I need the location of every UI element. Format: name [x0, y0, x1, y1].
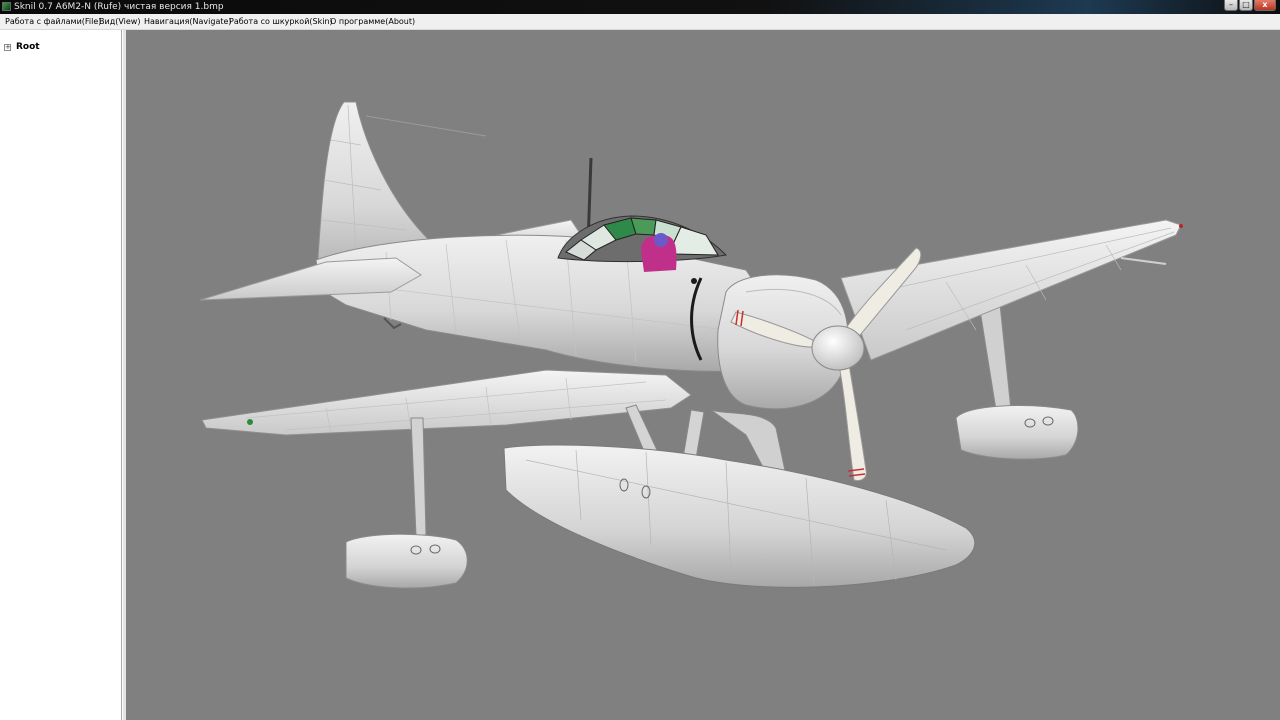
window-controls: – □ x	[1223, 0, 1276, 12]
menu-navigate[interactable]: Навигация(Navigate)	[142, 14, 234, 29]
minimize-button[interactable]: –	[1224, 0, 1238, 11]
menu-bar: Работа с файлами(File) Вид(View) Навигац…	[0, 14, 1280, 30]
title-bar[interactable]: Sknil 0.7 A6M2-N (Rufe) чистая версия 1.…	[0, 0, 1280, 14]
maximize-button[interactable]: □	[1239, 0, 1253, 11]
seaplane-3d-model[interactable]	[126, 30, 1280, 720]
app-icon	[2, 2, 11, 11]
wingtip-light	[1179, 224, 1183, 228]
propeller-spinner	[811, 325, 865, 371]
main-float	[503, 444, 976, 588]
tree-panel[interactable]: + Root	[0, 30, 122, 720]
propeller-blade-bottom	[837, 357, 867, 481]
3d-viewport[interactable]	[126, 30, 1280, 720]
wingtip-nav-light	[247, 419, 253, 425]
tree-node-label[interactable]: Root	[16, 42, 40, 52]
antenna-wire	[365, 115, 487, 137]
tree-node-root[interactable]: + Root	[4, 42, 40, 52]
right-wingtip-float	[955, 405, 1079, 460]
menu-skin[interactable]: Работа со шкуркой(Skin)	[227, 14, 335, 29]
close-button[interactable]: x	[1254, 0, 1276, 11]
menu-about[interactable]: О программе(About)	[328, 14, 417, 29]
left-float-strut	[410, 417, 427, 536]
menu-view[interactable]: Вид(View)	[97, 14, 142, 29]
menu-file[interactable]: Работа с файлами(File)	[3, 14, 103, 29]
left-wingtip-float	[345, 533, 468, 589]
window-title: Sknil 0.7 A6M2-N (Rufe) чистая версия 1.…	[14, 2, 224, 12]
left-wing	[201, 369, 692, 436]
expand-icon[interactable]: +	[4, 43, 11, 51]
pitot-tube	[1120, 257, 1167, 265]
